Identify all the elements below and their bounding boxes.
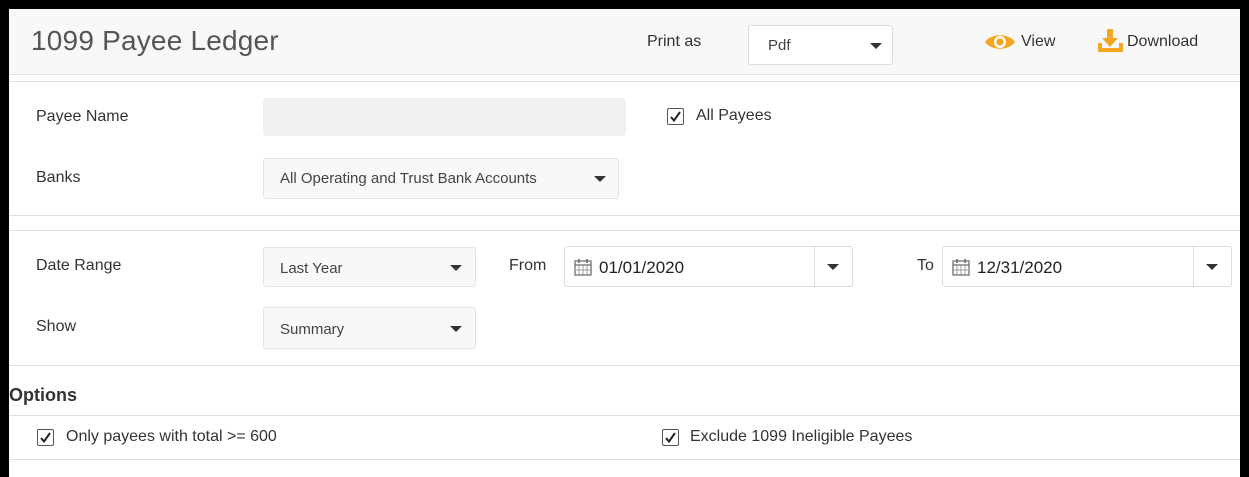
all-payees-checkbox[interactable] [667,108,684,125]
checkmark-icon [670,111,681,123]
chevron-down-icon [450,326,462,332]
to-date-value: 12/31/2020 [977,258,1063,277]
date-range-value: Last Year [280,260,343,277]
date-range-select[interactable]: Last Year [263,247,476,287]
checkmark-icon [665,432,676,444]
options-heading: Options [9,385,77,405]
from-date-value: 01/01/2020 [599,258,685,277]
show-label: Show [36,318,77,335]
screen-border-left [0,0,9,477]
divider [9,81,1240,82]
to-date-input[interactable]: 12/31/2020 [942,246,1232,287]
banks-select[interactable]: All Operating and Trust Bank Accounts [263,158,619,199]
chevron-down-icon[interactable] [827,264,839,270]
to-label: To [917,257,934,274]
from-label: From [509,257,547,274]
divider [9,459,1240,460]
show-select[interactable]: Summary [263,307,476,349]
exclude-ineligible-label: Exclude 1099 Ineligible Payees [690,428,913,445]
chevron-down-icon [450,265,462,271]
divider [814,247,815,286]
divider [9,230,1240,231]
exclude-ineligible-checkbox[interactable] [662,429,679,446]
screen-border-top [0,0,1249,9]
only-payees-label: Only payees with total >= 600 [66,428,277,445]
view-label: View [1021,33,1056,50]
all-payees-label: All Payees [696,107,772,124]
report-header: 1099 Payee Ledger Print as Pdf View Down… [9,9,1240,75]
divider [1193,247,1194,286]
from-date-input[interactable]: 01/01/2020 [564,246,853,287]
date-range-label: Date Range [36,257,122,274]
chevron-down-icon [870,43,882,49]
screen-border-right [1240,0,1249,477]
divider [9,365,1240,366]
show-value: Summary [280,321,345,338]
print-format-value: Pdf [768,37,791,54]
print-as-label: Print as [647,33,702,50]
payee-name-input[interactable] [263,98,626,136]
page-title: 1099 Payee Ledger [31,25,279,56]
banks-value: All Operating and Trust Bank Accounts [280,170,537,187]
calendar-icon [574,259,592,276]
download-icon [1098,29,1123,52]
download-label: Download [1127,33,1199,50]
print-format-select[interactable]: Pdf [748,25,893,65]
eye-icon [985,35,1015,49]
calendar-icon [952,259,970,276]
only-payees-checkbox[interactable] [37,429,54,446]
chevron-down-icon[interactable] [1206,264,1218,270]
chevron-down-icon [594,176,606,182]
divider [9,215,1240,216]
divider [9,415,1240,416]
banks-label: Banks [36,169,81,186]
checkmark-icon [40,432,51,444]
payee-name-label: Payee Name [36,108,129,125]
